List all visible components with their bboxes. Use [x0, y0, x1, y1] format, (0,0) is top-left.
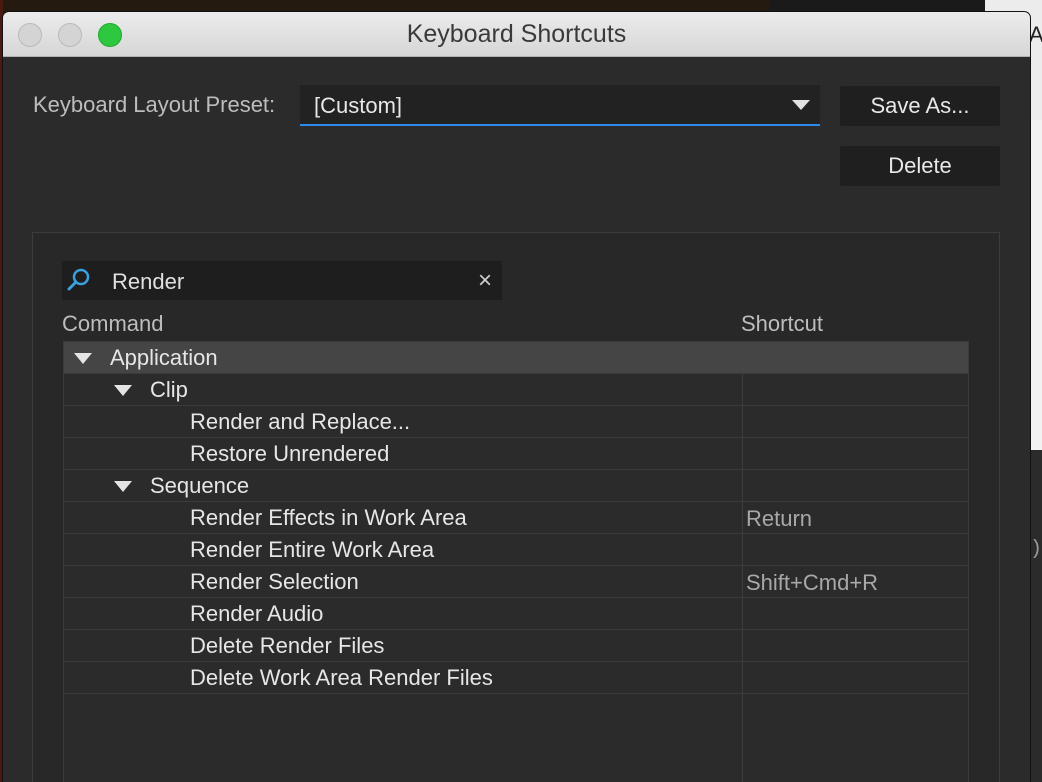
row-command: Clip: [150, 377, 188, 402]
row-command: Render and Replace...: [190, 409, 411, 434]
table-row[interactable]: Delete Render Files: [64, 630, 968, 662]
row-command: Render Selection: [190, 569, 359, 594]
preset-label: Keyboard Layout Preset:: [33, 92, 276, 117]
row-command: Delete Work Area Render Files: [190, 665, 493, 690]
row-shortcut[interactable]: Return: [746, 506, 812, 532]
disclosure-triangle-icon[interactable]: [114, 385, 132, 396]
row-command: Render Entire Work Area: [190, 537, 435, 562]
background-code-fragment: );: [1030, 538, 1042, 561]
disclosure-triangle-icon[interactable]: [114, 481, 132, 492]
row-command: Render Effects in Work Area: [190, 505, 467, 530]
row-command: Sequence: [150, 473, 250, 498]
background-editor: [1030, 450, 1042, 782]
preset-value: [Custom]: [314, 93, 403, 118]
search-field[interactable]: Render ×: [62, 261, 502, 300]
row-command: Render Audio: [190, 601, 324, 626]
save-as-button[interactable]: Save As...: [840, 86, 1000, 126]
background-window: [1030, 120, 1042, 450]
table-row[interactable]: Restore Unrendered: [64, 438, 968, 470]
table-row[interactable]: Render Audio: [64, 598, 968, 630]
delete-button[interactable]: Delete: [840, 146, 1000, 186]
shortcuts-panel: Render × Command Shortcut Application Cl…: [32, 232, 1000, 782]
table-row[interactable]: Render Entire Work Area: [64, 534, 968, 566]
search-icon: [67, 268, 90, 291]
search-input[interactable]: Render: [112, 269, 184, 295]
title-bar[interactable]: Keyboard Shortcuts: [3, 12, 1030, 57]
table-row[interactable]: Render and Replace...: [64, 406, 968, 438]
background-text-fragment: Ar: [1029, 22, 1042, 47]
disclosure-triangle-icon[interactable]: [74, 353, 92, 364]
table-row-application[interactable]: Application: [64, 342, 968, 374]
table-row[interactable]: Render Selection Shift+Cmd+R: [64, 566, 968, 598]
preset-dropdown[interactable]: [Custom]: [300, 85, 820, 126]
shortcut-column-header[interactable]: Shortcut: [741, 311, 823, 337]
keyboard-shortcuts-dialog: Keyboard Shortcuts Keyboard Layout Prese…: [3, 12, 1030, 782]
table-row[interactable]: Delete Work Area Render Files: [64, 662, 968, 694]
row-command: Delete Render Files: [190, 633, 385, 658]
row-command: Restore Unrendered: [190, 441, 390, 466]
commands-table: Application Clip Render and Replace... R…: [63, 341, 969, 782]
background-app-strip: [0, 0, 770, 12]
chevron-down-icon: [792, 100, 810, 110]
table-row[interactable]: Render Effects in Work Area Return: [64, 502, 968, 534]
command-column-header[interactable]: Command: [62, 311, 163, 337]
table-row-clip[interactable]: Clip: [64, 374, 968, 406]
clear-icon[interactable]: ×: [478, 267, 492, 295]
row-shortcut[interactable]: Shift+Cmd+R: [746, 570, 878, 596]
table-row-sequence[interactable]: Sequence: [64, 470, 968, 502]
window-title: Keyboard Shortcuts: [406, 20, 627, 48]
row-command: Application: [110, 345, 218, 370]
